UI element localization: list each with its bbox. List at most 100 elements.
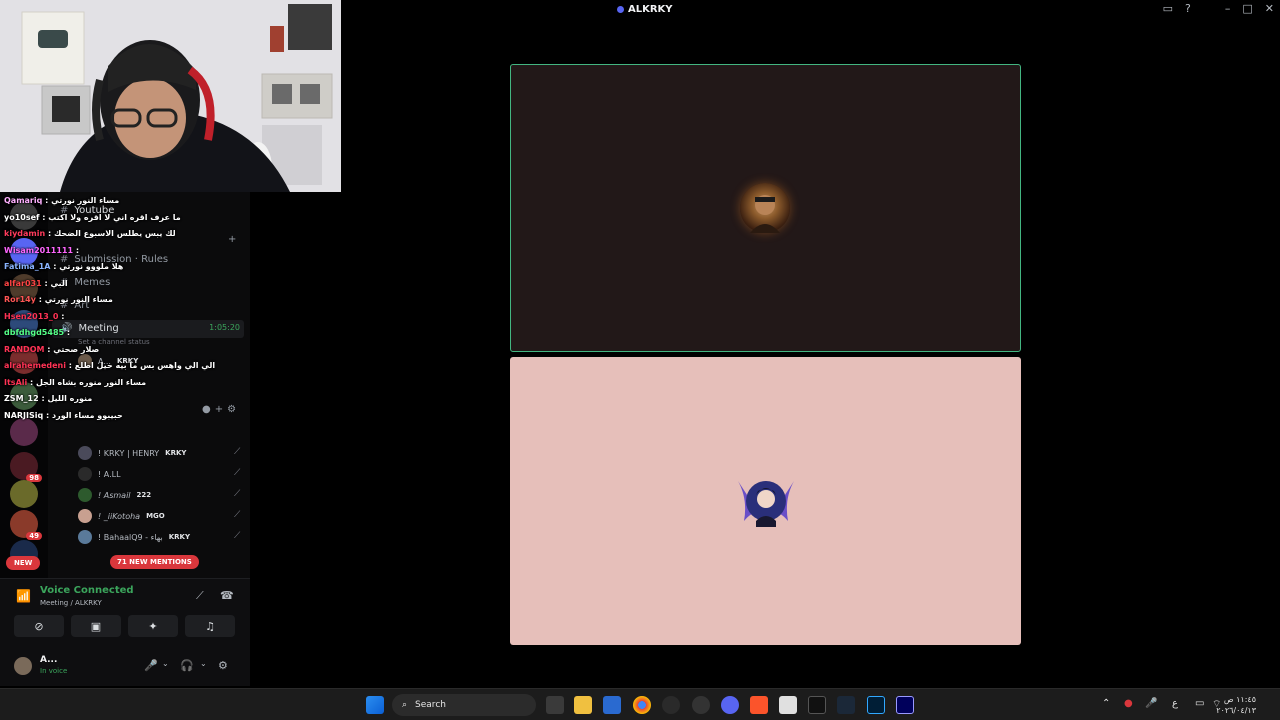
chevron-down-icon[interactable]: ⌄ <box>162 659 169 668</box>
language-indicator[interactable]: ع <box>1172 698 1178 709</box>
microphone-icon[interactable]: 🎤 <box>1145 698 1157 709</box>
chat-username: NARJISiq <box>4 411 44 420</box>
new-mentions-pill[interactable]: 71 NEW MENTIONS <box>110 555 199 569</box>
search-icon: ⌕ <box>402 700 408 710</box>
search-label: Search <box>415 700 446 710</box>
server-icon <box>617 6 624 13</box>
chat-message: Wisam2011111 : <box>4 246 79 255</box>
chat-message: alfar031 : البي <box>4 279 68 288</box>
chat-username: dbfdhgd5485 <box>4 328 65 337</box>
premiere-icon[interactable] <box>896 696 914 714</box>
chat-text: مساء النور نورتي <box>44 295 113 304</box>
voice-location[interactable]: Meeting / ALKRKY <box>40 599 102 607</box>
steelseries-icon[interactable] <box>692 696 710 714</box>
video-tile-speaking[interactable] <box>510 64 1021 352</box>
video-tile[interactable] <box>510 357 1021 645</box>
close-button[interactable]: ✕ <box>1265 2 1274 15</box>
task-view-icon[interactable] <box>546 696 564 714</box>
store-icon[interactable] <box>603 696 621 714</box>
avatar[interactable] <box>12 655 34 677</box>
screen-share-icon[interactable]: ▭ <box>1163 2 1173 15</box>
soundboard-button[interactable]: ♫ <box>185 615 235 637</box>
voice-member[interactable]: ! A.LL ⟋ <box>78 465 240 483</box>
maximize-button[interactable]: □ <box>1242 2 1252 15</box>
taskbar: ⌕ Search ⌃ ● 🎤 ع ▭ ⌔ ١١:٤٥ ص ٢٠٢٦/٠٤/١٣ <box>0 688 1280 720</box>
discord-icon[interactable] <box>721 696 739 714</box>
chat-icon[interactable]: ● <box>202 404 211 415</box>
chat-text: هلا ملووو نورتي <box>59 262 124 271</box>
taskbar-search[interactable]: ⌕ Search <box>392 694 536 716</box>
chat-username: Hsen2013_0 <box>4 312 59 321</box>
gear-icon[interactable]: ⚙ <box>218 659 228 672</box>
screen-share-button[interactable]: ▣ <box>71 615 121 637</box>
tray-app-icon[interactable]: ● <box>1124 698 1133 709</box>
app-root: ALKRKY ▭ ? – □ ✕ 98 49 NEW # Youtube + #… <box>0 0 1280 720</box>
member-name: ! BahaalQ9 - بهاء <box>98 532 163 542</box>
gear-icon[interactable]: ⚙ <box>227 404 236 415</box>
chat-separator: : <box>50 262 60 271</box>
new-servers-pill[interactable]: NEW <box>6 556 41 570</box>
chat-text: منوره الليل <box>47 394 93 403</box>
chat-separator: : <box>64 328 71 337</box>
app-icon[interactable] <box>779 696 797 714</box>
mention-badge: 49 <box>26 532 42 540</box>
chat-text: صلار صحتي <box>53 345 100 354</box>
help-icon[interactable]: ? <box>1185 2 1191 15</box>
server-icon-9[interactable] <box>10 480 38 508</box>
server-tag: MGO <box>146 512 165 520</box>
chat-message: ItsAli : مساء النور منوره بشاه الجل <box>4 378 146 387</box>
voice-member[interactable]: ! _iiKotoha MGO ⟋ <box>78 507 240 525</box>
chat-separator: : <box>65 361 75 370</box>
user-name[interactable]: A... <box>40 655 57 665</box>
chevron-down-icon[interactable]: ⌄ <box>200 659 207 668</box>
server-icon-7[interactable] <box>10 418 38 446</box>
voice-member[interactable]: ! KRKY | HENRY KRKY ⟋ <box>78 444 240 462</box>
voice-member[interactable]: ! BahaalQ9 - بهاء KRKY ⟋ <box>78 528 240 546</box>
display-icon[interactable]: ▭ <box>1195 698 1204 709</box>
channel-label: Meeting <box>78 323 119 334</box>
winged-avatar-icon <box>738 481 794 527</box>
chat-message: alrahemedeni : الي الي واهس بس ما بيه حي… <box>4 361 215 370</box>
chat-message: yo10sef : ما عرف اقره اني لا اقره ولا اك… <box>4 213 181 222</box>
chat-text: مساء النور نورتي <box>51 196 120 205</box>
activities-button[interactable]: ✦ <box>128 615 178 637</box>
capcut-icon[interactable] <box>808 696 826 714</box>
server-icon-8[interactable]: 98 <box>10 452 42 482</box>
member-name: ! _iiKotoha <box>98 511 141 521</box>
chevron-up-icon[interactable]: ⌃ <box>1102 698 1110 709</box>
chat-text: لك يبس يطلس الاسبوع الضحك <box>53 229 176 238</box>
server-icon-10[interactable]: 49 <box>10 510 42 540</box>
voice-member[interactable]: ! Asmail 222 ⟋ <box>78 486 240 504</box>
avatar <box>78 509 92 523</box>
window-controls: ▭ ? – □ ✕ <box>1163 2 1274 15</box>
signal-icon[interactable]: 📶 <box>16 589 31 603</box>
disconnect-icon[interactable]: ☎ <box>220 589 234 602</box>
server-tag: KRKY <box>165 449 187 457</box>
invite-icon[interactable]: + <box>215 404 223 415</box>
voice-status[interactable]: Voice Connected <box>40 585 134 596</box>
photoshop-icon[interactable] <box>867 696 885 714</box>
minimize-button[interactable]: – <box>1225 2 1231 15</box>
chat-separator: : <box>45 229 54 238</box>
noise-suppression-icon[interactable]: ⟋ <box>196 589 204 603</box>
chrome-icon[interactable] <box>633 696 651 714</box>
brave-icon[interactable] <box>750 696 768 714</box>
chat-username: yo10sef <box>4 213 40 222</box>
camera-off-button[interactable]: ⊘ <box>14 615 64 637</box>
channel-add[interactable]: + <box>228 234 236 245</box>
chat-username: Ror14y <box>4 295 36 304</box>
chat-message: ZSM_12 : منوره الليل <box>4 394 92 403</box>
windows-start-icon[interactable] <box>366 696 384 714</box>
date-text: ٢٠٢٦/٠٤/١٣ <box>1216 706 1256 715</box>
voice-channel-controls: ● + ⚙ <box>202 404 236 415</box>
file-explorer-icon[interactable] <box>574 696 592 714</box>
microphone-icon[interactable]: 🎤 <box>144 659 158 672</box>
steam-icon[interactable] <box>837 696 855 714</box>
avatar <box>78 530 92 544</box>
chat-username: Fatima_1A <box>4 262 51 271</box>
clock[interactable]: ١١:٤٥ ص ٢٠٢٦/٠٤/١٣ <box>1216 694 1256 716</box>
headphones-icon[interactable]: 🎧 <box>180 659 194 672</box>
user-status: In voice <box>40 667 68 675</box>
openai-icon[interactable] <box>662 696 680 714</box>
person-face-icon <box>750 195 780 233</box>
